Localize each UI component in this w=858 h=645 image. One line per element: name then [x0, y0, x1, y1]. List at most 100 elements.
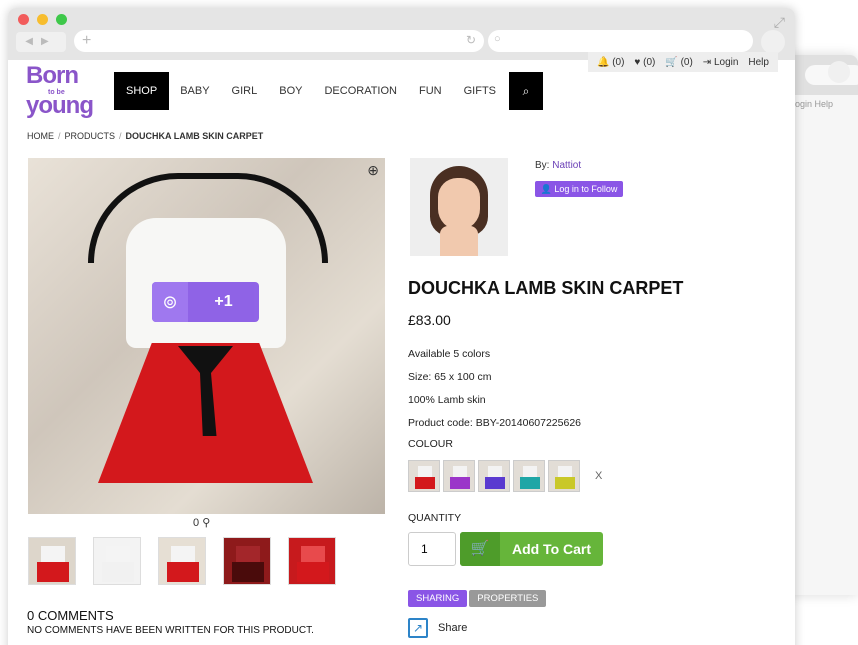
product-price: £83.00	[408, 312, 451, 328]
colour-swatch-4[interactable]	[513, 460, 545, 492]
nav-item-girl[interactable]: GIRL	[221, 72, 269, 110]
swatch-skirt	[520, 477, 540, 489]
help-link[interactable]: Help	[748, 57, 769, 68]
seller-name-link[interactable]: Nattiot	[552, 160, 581, 171]
nav-item-boy[interactable]: BOY	[268, 72, 313, 110]
breadcrumb-products[interactable]: PRODUCTS	[65, 131, 116, 141]
url-bar[interactable]: + ↻	[74, 30, 484, 52]
nav-item-gifts[interactable]: GIFTS	[453, 72, 507, 110]
swatch-skirt	[555, 477, 575, 489]
login-label: Login	[713, 56, 739, 68]
reload-icon[interactable]: ↻	[466, 33, 476, 47]
nav-search-button[interactable]: ⌕	[509, 72, 543, 110]
search-icon: ○	[494, 33, 501, 45]
tab-sharing[interactable]: SHARING	[408, 590, 468, 607]
back-forward-buttons[interactable]: ◀▶	[16, 32, 66, 52]
thumb-skirt	[297, 562, 329, 582]
follow-label: Log in to Follow	[554, 184, 618, 194]
quantity-input[interactable]	[408, 532, 456, 566]
nav-item-shop[interactable]: SHOP	[114, 72, 170, 110]
colour-swatch-1[interactable]	[408, 460, 440, 492]
maximize-window-button[interactable]	[56, 14, 67, 25]
thumbnail-4[interactable]	[223, 537, 271, 585]
search-icon: ⌕	[522, 84, 530, 98]
product-spec-material: 100% Lamb skin	[408, 394, 486, 406]
breadcrumb-separator: /	[58, 131, 61, 141]
colour-label: COLOUR	[408, 438, 453, 450]
thumb-skirt	[102, 562, 134, 582]
breadcrumb-current: DOUCHKA LAMB SKIN CARPET	[125, 131, 264, 141]
add-to-cart-button[interactable]: 🛒 Add To Cart	[460, 532, 603, 566]
plus-one-button[interactable]: ⊚ +1	[152, 282, 259, 322]
cart-link[interactable]: 🛒 (0)	[665, 57, 692, 68]
login-link[interactable]: ⇥ Login	[703, 57, 739, 68]
cart-icon: 🛒	[460, 532, 500, 566]
new-tab-icon[interactable]: +	[82, 32, 91, 50]
product-main-image[interactable]: ⊕ ⊚ +1	[28, 158, 385, 514]
browser-search-input[interactable]: ○	[488, 30, 753, 52]
top-utility-bar: 🔔 (0) ♥ (0) 🛒 (0) ⇥ Login Help	[588, 52, 778, 72]
plus-one-label: +1	[214, 293, 233, 310]
share-icon: ↗	[408, 618, 428, 638]
breadcrumb: HOME / PRODUCTS / DOUCHKA LAMB SKIN CARPET	[27, 131, 263, 141]
close-window-button[interactable]	[18, 14, 29, 25]
seller-avatar[interactable]	[410, 158, 508, 256]
notifications-count: (0)	[612, 56, 625, 68]
lollipop-icon: ⊚	[152, 282, 188, 322]
share-link[interactable]: ↗ Share	[408, 618, 467, 638]
nav-item-decoration[interactable]: DECORATION	[313, 72, 408, 110]
lollipop-icon: ⚲	[202, 517, 211, 529]
thumb-top	[236, 546, 260, 563]
colour-swatch-3[interactable]	[478, 460, 510, 492]
thumb-top	[41, 546, 65, 563]
follow-button[interactable]: 👤 Log in to Follow	[535, 181, 623, 197]
thumbnail-strip	[28, 537, 336, 585]
swatch-skirt	[450, 477, 470, 489]
breadcrumb-home[interactable]: HOME	[27, 131, 54, 141]
user-icon: 👤	[540, 184, 552, 194]
nav-item-fun[interactable]: FUN	[408, 72, 453, 110]
favorites-link[interactable]: ♥ (0)	[634, 57, 655, 68]
product-spec-code: Product code: BBY-20140607225626	[408, 417, 582, 429]
thumbnail-2[interactable]	[93, 537, 141, 585]
colour-swatch-5[interactable]	[548, 460, 580, 492]
favorites-count: (0)	[643, 56, 656, 68]
browser-menu-button[interactable]	[761, 30, 785, 54]
by-label: By:	[535, 160, 550, 171]
like-count: 0 ⚲	[193, 516, 210, 529]
avatar-neck	[440, 226, 478, 256]
thumbnail-1[interactable]	[28, 537, 76, 585]
nav-item-baby[interactable]: BABY	[169, 72, 220, 110]
comments-empty-text: NO COMMENTS HAVE BEEN WRITTEN FOR THIS P…	[27, 625, 314, 636]
clear-colour-button[interactable]: X	[595, 470, 602, 482]
share-label: Share	[438, 622, 468, 634]
thumbnail-3[interactable]	[158, 537, 206, 585]
colour-swatch-2[interactable]	[443, 460, 475, 492]
thumb-skirt	[167, 562, 199, 582]
cart-icon: 🛒	[665, 56, 678, 68]
swatch-skirt	[415, 477, 435, 489]
cart-count: (0)	[680, 56, 693, 68]
zoom-icon[interactable]: ⊕	[367, 162, 379, 179]
logo-line-1: Born	[26, 62, 79, 89]
comments-title: 0 COMMENTS	[27, 608, 114, 623]
background-util-links: ogin Help	[795, 99, 834, 109]
background-window-button	[828, 61, 850, 83]
thumb-top	[171, 546, 195, 563]
heart-icon: ♥	[634, 56, 641, 68]
thumb-skirt	[232, 562, 264, 582]
quantity-label: QUANTITY	[408, 512, 462, 524]
seller-byline: By: Nattiot	[535, 160, 581, 171]
notifications-link[interactable]: 🔔 (0)	[597, 57, 624, 68]
product-spec-size: Size: 65 x 100 cm	[408, 371, 492, 383]
add-to-cart-label: Add To Cart	[511, 541, 592, 557]
thumb-top	[301, 546, 325, 563]
thumb-skirt	[37, 562, 69, 582]
thumbnail-5[interactable]	[288, 537, 336, 585]
minimize-window-button[interactable]	[37, 14, 48, 25]
thumb-top	[106, 546, 130, 563]
site-logo[interactable]: Born to be young	[26, 62, 106, 122]
logo-line-3: young	[26, 92, 94, 119]
fullscreen-icon[interactable]: ⤢	[774, 14, 785, 31]
tab-properties[interactable]: PROPERTIES	[469, 590, 547, 607]
